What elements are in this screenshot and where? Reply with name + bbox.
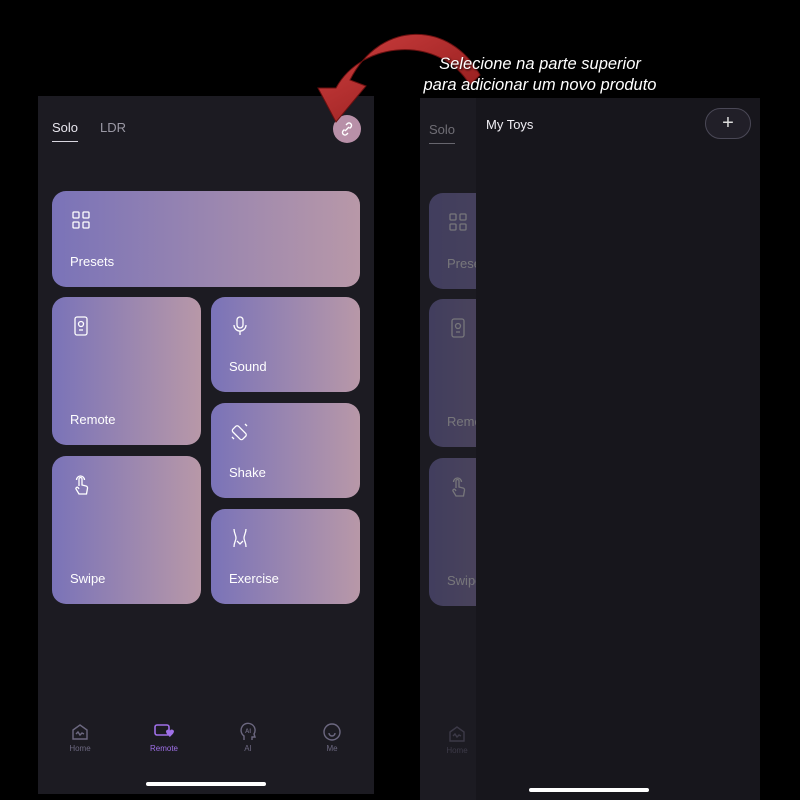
card-shake[interactable]: Shake xyxy=(211,403,360,498)
card-label: Remote xyxy=(70,412,116,427)
shake-icon xyxy=(231,423,248,441)
grid-icon xyxy=(449,213,467,231)
card-label: Sound xyxy=(229,359,267,374)
grid-icon xyxy=(72,211,90,229)
microphone-icon xyxy=(233,316,247,335)
svg-text:AI: AI xyxy=(245,729,251,735)
home-icon xyxy=(449,726,465,742)
nav-ai[interactable]: AI AI xyxy=(218,722,278,753)
home-indicator xyxy=(146,782,266,786)
home-indicator xyxy=(529,788,649,792)
home-icon xyxy=(72,724,88,740)
ai-head-icon: AI xyxy=(240,722,256,740)
card-swipe[interactable]: Swipe xyxy=(52,456,201,604)
card-label: Swipe xyxy=(70,571,106,586)
nav-label: AI xyxy=(244,744,252,753)
remote-icon xyxy=(451,318,465,338)
card-label: Exercise xyxy=(229,571,279,586)
card-label: Shake xyxy=(229,465,266,480)
bottom-nav: Home Remote AI AI Me xyxy=(38,722,374,753)
phone-screen-right: Solo LDR Presets Remote Sound Shake Swip… xyxy=(420,98,760,800)
my-toys-panel: My Toys + xyxy=(476,98,760,800)
hand-pointer-icon xyxy=(452,477,466,497)
nav-label: Me xyxy=(326,744,338,753)
card-presets[interactable]: Presets xyxy=(52,191,360,287)
smile-icon xyxy=(323,723,341,741)
annotation-caption: Selecione na parte superior para adicion… xyxy=(395,54,685,96)
card-sound[interactable]: Sound xyxy=(211,297,360,392)
hand-pointer-icon xyxy=(75,475,89,495)
nav-me[interactable]: Me xyxy=(302,722,362,753)
nav-label: Home xyxy=(69,744,91,753)
phone-screen-left: Solo LDR Presets Remote Sound Shake Swip… xyxy=(38,96,374,794)
card-exercise[interactable]: Exercise xyxy=(211,509,360,604)
nav-remote[interactable]: Remote xyxy=(134,722,194,753)
caption-line-2: para adicionar um novo produto xyxy=(423,76,657,94)
remote-hearts-icon xyxy=(154,724,174,737)
remote-icon xyxy=(74,316,88,336)
nav-label: Remote xyxy=(149,744,178,753)
body-icon xyxy=(233,528,247,548)
card-remote[interactable]: Remote xyxy=(52,297,201,445)
nav-home[interactable]: Home xyxy=(50,722,110,753)
nav-label: Home xyxy=(446,746,468,755)
card-label: Presets xyxy=(70,254,115,269)
remote-screen: Solo LDR Presets Remote Sound Shake Swip… xyxy=(38,96,374,794)
caption-line-1: Selecione na parte superior xyxy=(439,55,641,73)
